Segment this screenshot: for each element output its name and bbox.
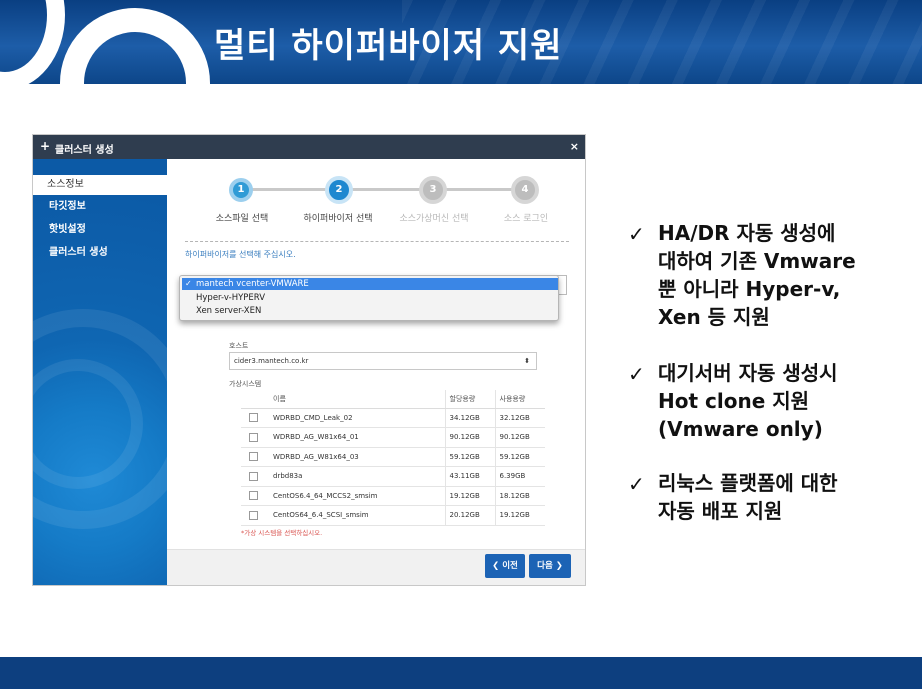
- table-row[interactable]: WDRBD_AG_W81x64_01 90.12GB 90.12GB: [241, 427, 545, 448]
- table-row[interactable]: WDRBD_CMD_Leak_02 34.12GB 32.12GB: [241, 408, 545, 428]
- bullet-line: (Vmware only): [658, 417, 823, 441]
- dropdown-option-xen[interactable]: Xen server-XEN: [182, 305, 558, 317]
- check-icon: ✓: [628, 472, 645, 496]
- step-1-circle[interactable]: 1: [229, 178, 253, 202]
- row-checkbox[interactable]: [249, 432, 258, 442]
- row-checkbox[interactable]: [249, 510, 258, 520]
- logo-ring-left: [0, 0, 65, 84]
- row-checkbox[interactable]: [249, 452, 258, 462]
- option-label: mantech vcenter-VMWARE: [196, 279, 309, 289]
- row-checkbox[interactable]: [249, 471, 258, 481]
- vm-name: WDRBD_AG_W81x64_01: [267, 427, 445, 448]
- check-icon: ✓: [185, 279, 192, 288]
- vm-table: 이름 할당용량 사용용량 WDRBD_CMD_Leak_02 34.12GB 3…: [241, 390, 545, 526]
- host-value: cider3.mantech.co.kr: [234, 357, 309, 365]
- slide: 멀티 하이퍼바이저 지원 + 클러스터 생성 × 소스정보 타깃정보 핫빗설정 …: [0, 0, 922, 689]
- prev-button[interactable]: ❮ 이전: [485, 554, 525, 578]
- vm-allocated: 19.12GB: [444, 486, 495, 506]
- table-row[interactable]: drbd83a 43.11GB 6.39GB: [241, 466, 545, 487]
- divider: [185, 241, 569, 242]
- vm-section-label: 가상시스템: [229, 380, 262, 388]
- logo-ring: [60, 8, 210, 84]
- window-title: 클러스터 생성: [55, 145, 114, 156]
- step-2-label: 하이퍼바이저 선택: [303, 214, 373, 224]
- check-icon: ✓: [628, 362, 645, 386]
- bullet-line: Xen 등 지원: [658, 305, 770, 329]
- bullet-line: Hot clone 지원: [658, 389, 810, 413]
- vm-allocated: 43.11GB: [444, 466, 495, 487]
- vm-name: CentOS6.4_64_MCCS2_smsim: [267, 486, 445, 506]
- vm-used: 32.12GB: [494, 408, 545, 428]
- slide-title: 멀티 하이퍼바이저 지원: [214, 26, 563, 66]
- vm-name: WDRBD_AG_W81x64_03: [267, 447, 445, 467]
- cluster-create-window: + 클러스터 생성 × 소스정보 타깃정보 핫빗설정 클러스터 생성 1 2 3…: [32, 134, 586, 586]
- vm-used: 90.12GB: [494, 427, 545, 448]
- row-checkbox[interactable]: [249, 413, 258, 423]
- plus-icon: +: [40, 139, 51, 153]
- step-1-label: 소스파일 선택: [215, 214, 269, 224]
- vm-allocated: 20.12GB: [444, 505, 495, 526]
- header-used: 사용용량: [494, 390, 545, 409]
- vm-name: CentOS64_6.4_SCSI_smsim: [267, 505, 445, 526]
- bullet-line: 리눅스 플랫폼에 대한: [658, 471, 838, 495]
- vm-name: drbd83a: [267, 466, 445, 487]
- table-row[interactable]: WDRBD_AG_W81x64_03 59.12GB 59.12GB: [241, 447, 545, 467]
- table-row[interactable]: CentOS64_6.4_SCSI_smsim 20.12GB 19.12GB: [241, 505, 545, 526]
- select-arrow-icon: ⬍: [524, 357, 530, 365]
- vm-used: 19.12GB: [494, 505, 545, 526]
- bullet-line: 대하여 기존 Vmware: [658, 249, 856, 273]
- vm-name: WDRBD_CMD_Leak_02: [267, 408, 445, 428]
- next-button[interactable]: 다음 ❯: [529, 554, 571, 578]
- step-2-circle[interactable]: 2: [325, 176, 353, 204]
- header-checkbox-col: [241, 390, 267, 409]
- step-3-label: 소스가상머신 선택: [399, 214, 469, 224]
- table-header-row: 이름 할당용량 사용용량: [241, 390, 545, 409]
- vm-allocated: 90.12GB: [444, 427, 495, 448]
- header-band: 멀티 하이퍼바이저 지원: [0, 0, 922, 84]
- wizard-main: 1 2 3 4 소스파일 선택 하이퍼바이저 선택 소스가상머신 선택 소스 로…: [167, 159, 585, 585]
- bullet-line: 대기서버 자동 생성시: [658, 361, 838, 385]
- bullet-line: 자동 배포 지원: [658, 499, 783, 523]
- vm-allocated: 34.12GB: [444, 408, 495, 428]
- window-titlebar: + 클러스터 생성 ×: [33, 135, 585, 159]
- warning-text: *가상 시스템을 선택하십시오.: [241, 529, 323, 537]
- sidebar-item-target[interactable]: 타깃정보: [33, 197, 167, 217]
- sidebar-item-cluster[interactable]: 클러스터 생성: [33, 243, 167, 263]
- step-4-label: 소스 로그인: [503, 214, 549, 224]
- close-icon[interactable]: ×: [570, 140, 579, 153]
- wizard-sidebar: 소스정보 타깃정보 핫빗설정 클러스터 생성: [33, 159, 167, 585]
- hypervisor-dropdown[interactable]: ✓ mantech vcenter-VMWARE Hyper-v-HYPERV …: [179, 275, 559, 321]
- dropdown-option-hyperv[interactable]: Hyper-v-HYPERV: [182, 292, 558, 304]
- instruction-text: 하이퍼바이저를 선택해 주십시오.: [185, 250, 296, 259]
- vm-used: 18.12GB: [494, 486, 545, 506]
- sidebar-item-heartbeat[interactable]: 핫빗설정: [33, 220, 167, 240]
- table-row[interactable]: CentOS6.4_64_MCCS2_smsim 19.12GB 18.12GB: [241, 486, 545, 506]
- check-icon: ✓: [628, 222, 645, 246]
- sidebar-item-source[interactable]: 소스정보: [33, 175, 167, 195]
- header-allocated: 할당용량: [444, 390, 495, 409]
- footer-band: [0, 657, 922, 689]
- bullet-line: HA/DR 자동 생성에: [658, 221, 836, 245]
- row-checkbox[interactable]: [249, 491, 258, 501]
- vm-allocated: 59.12GB: [444, 447, 495, 467]
- step-4-circle[interactable]: 4: [511, 176, 539, 204]
- step-connector: [249, 188, 327, 191]
- step-connector: [347, 188, 427, 191]
- header-name: 이름: [267, 390, 445, 409]
- vm-used: 6.39GB: [494, 466, 545, 487]
- step-3-circle[interactable]: 3: [419, 176, 447, 204]
- host-select[interactable]: cider3.mantech.co.kr ⬍: [229, 352, 537, 370]
- bullet-line: 뿐 아니라 Hyper-v,: [658, 277, 841, 301]
- host-label: 호스트: [229, 342, 249, 350]
- dropdown-option-vmware[interactable]: ✓ mantech vcenter-VMWARE: [182, 278, 558, 290]
- vm-used: 59.12GB: [494, 447, 545, 467]
